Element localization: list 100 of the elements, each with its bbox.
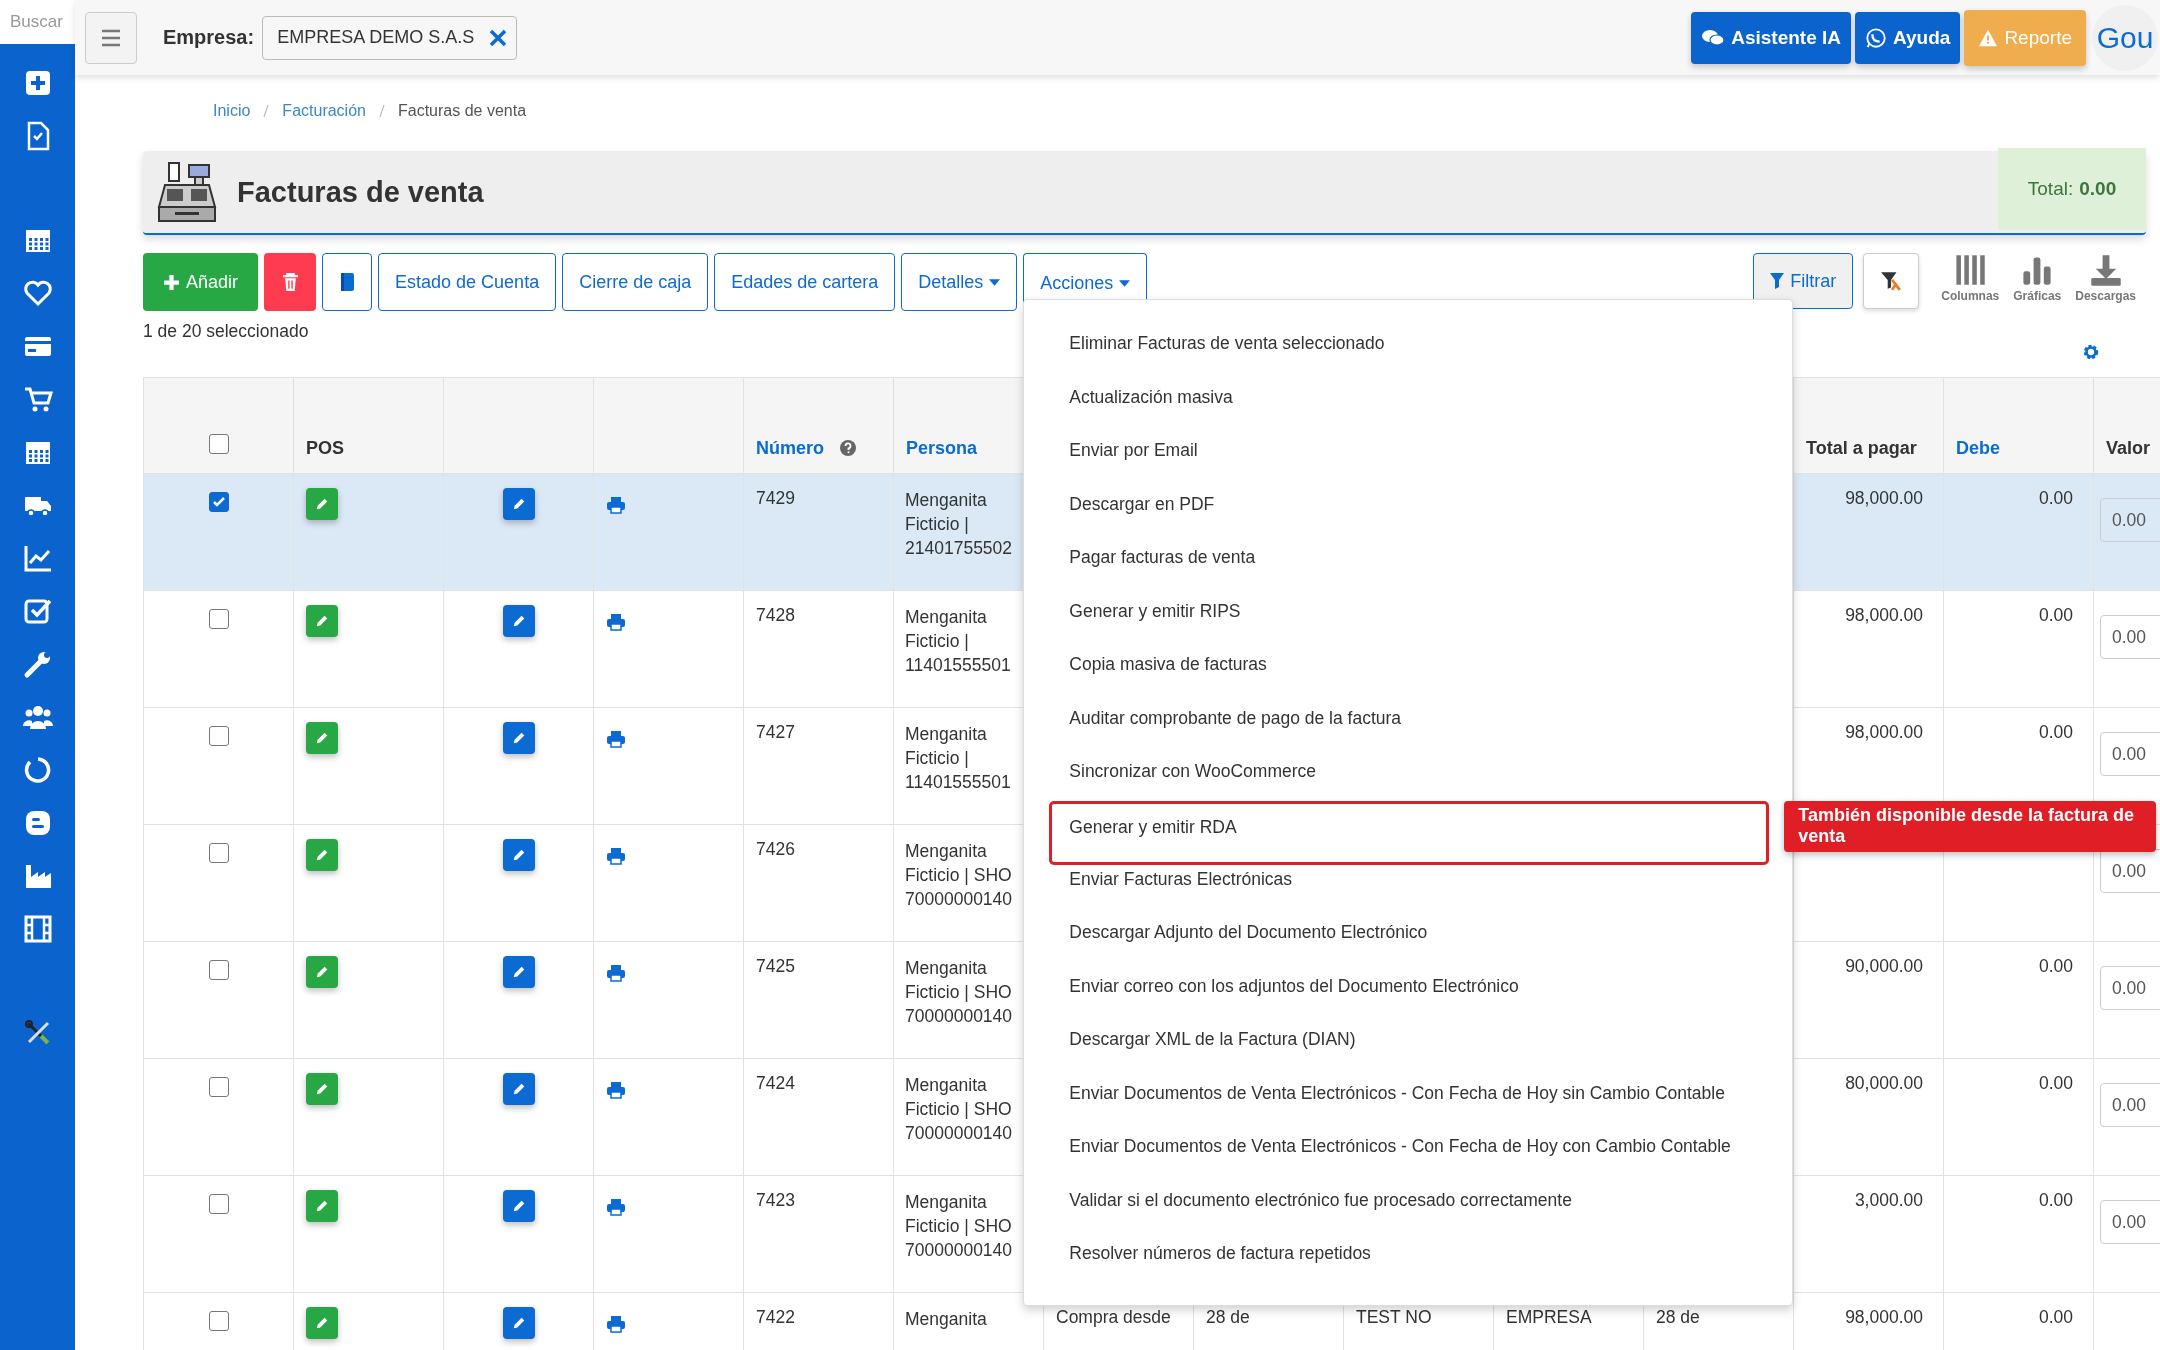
table-cell-text: Menganita Ficticio | SHO 70000000140	[905, 1191, 1013, 1262]
columns-button[interactable]: Columnas	[1937, 253, 2004, 303]
downloads-button[interactable]: Descargas	[2071, 253, 2140, 303]
value-field[interactable]: 0.00	[2100, 498, 2160, 542]
edit-button[interactable]	[503, 1190, 535, 1222]
value-field[interactable]: 0.00	[2100, 966, 2160, 1010]
menu-button[interactable]	[85, 11, 137, 64]
print-icon[interactable]	[606, 730, 626, 748]
pencil-icon	[315, 614, 329, 628]
menu-item[interactable]: Descargar XML de la Factura (DIAN)	[1049, 1023, 1770, 1077]
print-icon[interactable]	[606, 1315, 626, 1333]
settings-icon[interactable]	[2082, 343, 2100, 361]
clear-filter-button[interactable]	[1863, 253, 1920, 309]
filter-icon	[1770, 273, 1785, 289]
value-field[interactable]: 0.00	[2100, 732, 2160, 776]
menu-item[interactable]: Generar y emitir RIPS	[1049, 594, 1770, 648]
close-icon[interactable]	[488, 27, 509, 48]
menu-item[interactable]: Descargar en PDF	[1049, 487, 1770, 541]
value-field[interactable]: 0.00	[2100, 849, 2160, 893]
edit-button[interactable]	[503, 956, 535, 988]
line-chart-icon[interactable]	[22, 543, 53, 573]
column-header[interactable]: Persona	[906, 438, 978, 458]
pencil-icon	[315, 965, 329, 979]
checkbox[interactable]	[208, 609, 229, 629]
toolbar-button[interactable]: Edades de cartera	[714, 253, 896, 311]
checkbox[interactable]	[208, 492, 229, 512]
print-icon[interactable]	[606, 613, 626, 631]
pos-edit-button[interactable]	[306, 722, 338, 754]
menu-item[interactable]: Auditar comprobante de pago de la factura	[1049, 701, 1770, 755]
menu-item[interactable]: Enviar correo con los adjuntos del Documento Electrónico	[1049, 969, 1770, 1023]
selection-count: 1 de 20 seleccionado	[143, 321, 309, 342]
menu-item[interactable]: Resolver números de factura repetidos	[1049, 1237, 1770, 1291]
assistant-button[interactable]: Asistente IA	[1691, 11, 1851, 64]
menu-item[interactable]: Enviar Facturas Electrónicas	[1049, 862, 1770, 916]
edit-button[interactable]	[503, 1073, 535, 1105]
value-field[interactable]: 0.00	[2100, 1083, 2160, 1127]
checkbox[interactable]	[208, 1311, 229, 1331]
search-field[interactable]: Buscar	[0, 0, 75, 44]
help-button[interactable]: Ayuda	[1855, 11, 1961, 64]
film-icon[interactable]	[22, 914, 53, 944]
pos-edit-button[interactable]	[306, 1190, 338, 1222]
pos-edit-button[interactable]	[306, 1307, 338, 1339]
table-cell-text: Menganita Ficticio | 11401555501	[905, 723, 1011, 794]
callout-tooltip: También disponible desde la factura de venta	[1784, 800, 2157, 852]
toolbar-button[interactable]: Estado de Cuenta	[378, 253, 557, 311]
pos-edit-button[interactable]	[306, 1073, 338, 1105]
pos-edit-button[interactable]	[306, 605, 338, 637]
edit-button[interactable]	[503, 839, 535, 871]
pos-edit-button[interactable]	[306, 839, 338, 871]
avatar[interactable]: Gou	[2092, 4, 2158, 71]
menu-item[interactable]: Eliminar Facturas de venta seleccionado	[1049, 327, 1770, 381]
dropdown-button[interactable]: Detalles	[901, 253, 1018, 311]
menu-item[interactable]: Enviar por Email	[1049, 434, 1770, 488]
menu-item[interactable]: Enviar Documentos de Venta Electrónicos - Con Fecha de Hoy con Cambio Contable	[1049, 1130, 1770, 1184]
column-header[interactable]: Número	[756, 438, 824, 458]
menu-item[interactable]: Validar si el documento electrónico fue procesado correctamente	[1049, 1183, 1770, 1237]
value-field[interactable]: 0.00	[2100, 615, 2160, 659]
slash-icon	[263, 104, 270, 118]
checkbox[interactable]	[208, 843, 229, 863]
print-icon[interactable]	[606, 1081, 626, 1099]
value-field[interactable]: 0.00	[2100, 1200, 2160, 1244]
breadcrumb-link[interactable]: Inicio	[213, 102, 251, 120]
toolbar-button[interactable]: Cierre de caja	[562, 253, 709, 311]
pencil-icon	[315, 497, 329, 511]
menu-item[interactable]: Descargar Adjunto del Documento Electrónico	[1049, 916, 1770, 970]
column-header[interactable]: Debe	[1956, 438, 2000, 458]
book-button[interactable]	[322, 253, 373, 311]
table-cell-text: Menganita	[905, 1308, 987, 1331]
pos-edit-button[interactable]	[306, 956, 338, 988]
company-select[interactable]: EMPRESA DEMO S.A.S	[262, 15, 518, 60]
heart-icon[interactable]	[22, 278, 53, 308]
table-cell: 0.00	[2038, 1307, 2073, 1327]
checkbox[interactable]	[208, 726, 229, 746]
delete-button[interactable]	[264, 253, 317, 311]
checkbox[interactable]	[208, 1194, 229, 1214]
edit-button[interactable]	[503, 605, 535, 637]
menu-item[interactable]: Actualización masiva	[1049, 380, 1770, 434]
print-icon[interactable]	[606, 964, 626, 982]
table-cell: 28 de	[1656, 1307, 1700, 1327]
print-icon[interactable]	[606, 496, 626, 514]
breadcrumb-link[interactable]: Facturación	[282, 102, 366, 120]
checkbox[interactable]	[208, 960, 229, 980]
caret-icon	[989, 278, 1001, 286]
menu-item[interactable]: Pagar facturas de venta	[1049, 541, 1770, 595]
pos-edit-button[interactable]	[306, 488, 338, 520]
menu-item[interactable]: Enviar Documentos de Venta Electrónicos - Con Fecha de Hoy sin Cambio Contable	[1049, 1076, 1770, 1130]
slash-icon	[378, 104, 385, 118]
pencil-icon	[512, 731, 526, 745]
menu-item[interactable]: Copia masiva de facturas	[1049, 648, 1770, 702]
edit-button[interactable]	[503, 722, 535, 754]
help-icon[interactable]	[840, 440, 856, 456]
wrench-icon[interactable]	[22, 649, 53, 679]
edit-button[interactable]	[503, 1307, 535, 1339]
checkbox[interactable]	[208, 1077, 229, 1097]
print-icon[interactable]	[606, 1198, 626, 1216]
print-icon[interactable]	[606, 847, 626, 865]
checkbox[interactable]	[208, 434, 229, 454]
charts-button[interactable]: Gráficas	[2009, 253, 2066, 303]
filter-button[interactable]: Filtrar	[1753, 253, 1854, 309]
edit-button[interactable]	[503, 488, 535, 520]
